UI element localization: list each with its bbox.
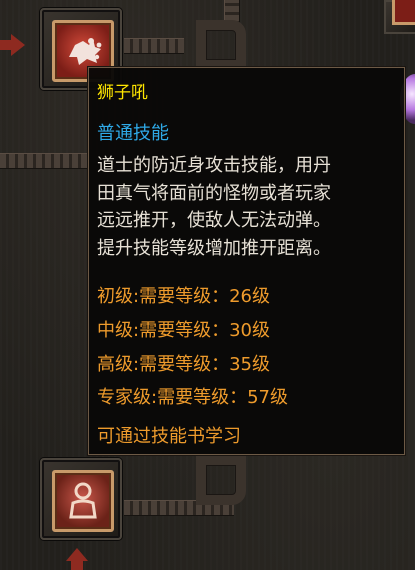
figure-icon <box>69 482 97 519</box>
skill-chain-bracket <box>196 20 246 70</box>
locked-skill-icon[interactable] <box>52 470 114 532</box>
skill-name: 狮子吼 <box>97 83 148 103</box>
skill-slot[interactable] <box>40 458 122 540</box>
chain-arrow-stem <box>71 558 83 570</box>
requirement-line: 高级:需要等级：35级 <box>97 354 270 375</box>
skill-chain-link <box>124 38 184 54</box>
skill-chain-bracket <box>196 455 246 505</box>
skill-type: 普通技能 <box>97 123 169 144</box>
skill-tooltip: 狮子吼 普通技能 道士的防近身攻击技能，用丹 田真气将面前的怪物或者玩家 远远推… <box>88 67 405 455</box>
requirement-line: 专家级:需要等级：57级 <box>97 387 288 408</box>
requirement-line: 中级:需要等级：30级 <box>97 320 270 341</box>
skill-slot-partial[interactable] <box>384 0 415 34</box>
skill-chain-link <box>0 153 88 169</box>
skill-description: 道士的防近身攻击技能，用丹 田真气将面前的怪物或者玩家 远远推开，使敌人无法动弹… <box>97 155 331 259</box>
learn-method: 可通过技能书学习 <box>97 426 241 447</box>
requirement-line: 初级:需要等级：26级 <box>97 286 270 307</box>
skill-icon-partial <box>392 0 415 25</box>
chain-arrow-right-icon <box>11 34 25 56</box>
